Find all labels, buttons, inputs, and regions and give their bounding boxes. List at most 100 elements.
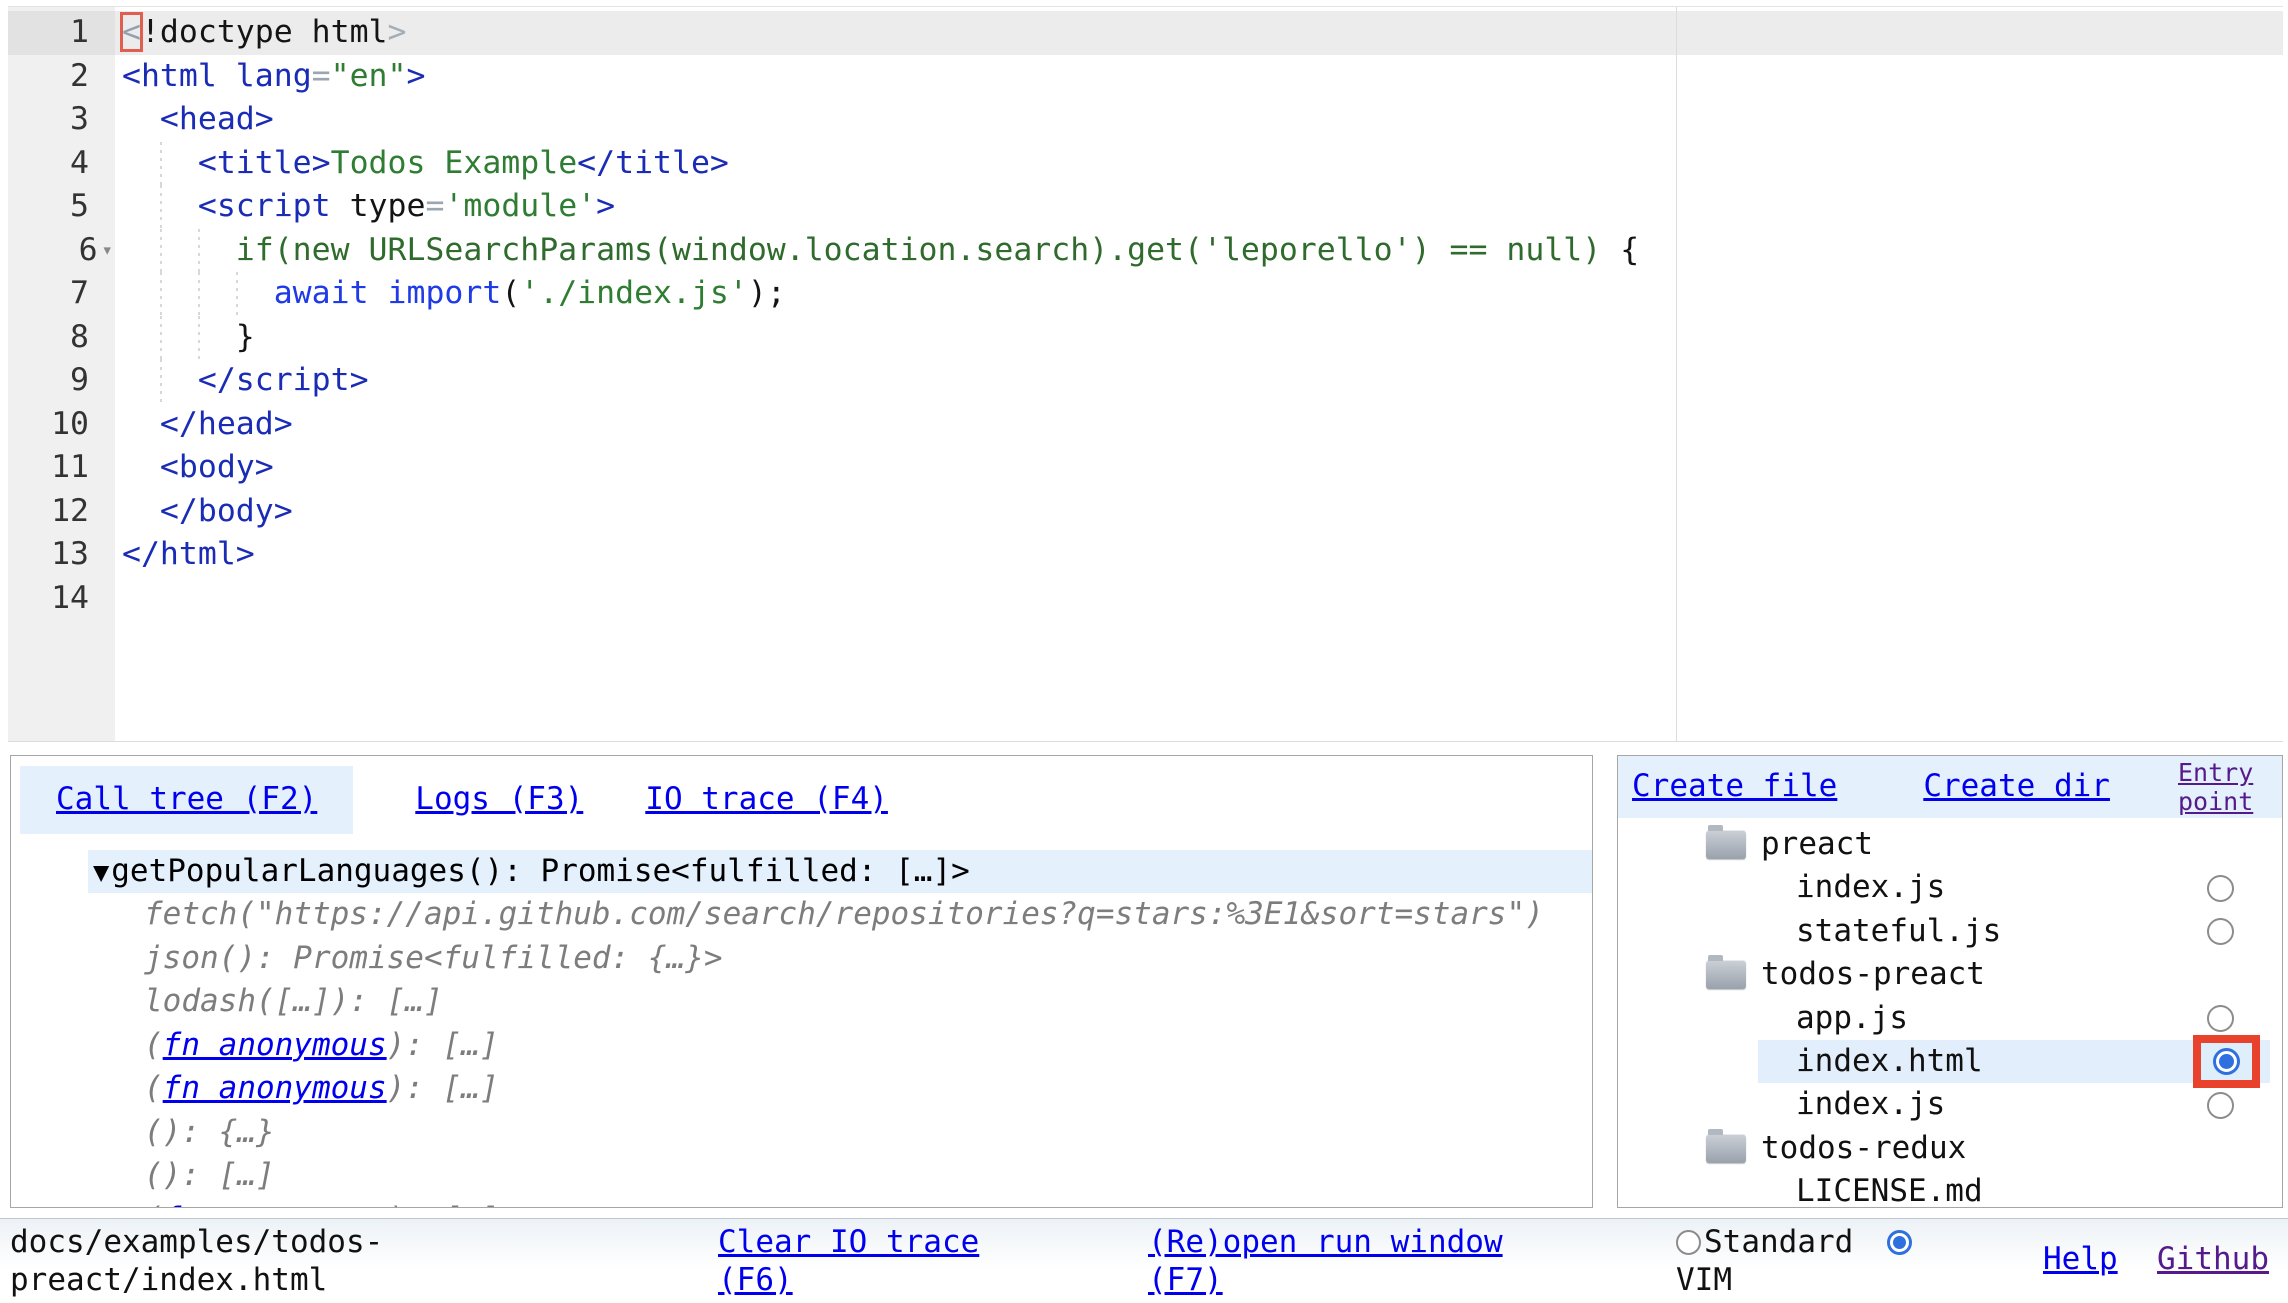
clear-io-trace-link[interactable]: Clear IO trace (F6) <box>718 1224 986 1299</box>
file-name[interactable]: index.js <box>1796 866 1945 910</box>
code-text[interactable]: </html> <box>115 533 2283 577</box>
code-token: > <box>388 14 407 50</box>
file-name[interactable]: index.html <box>1796 1040 1983 1084</box>
code-line-5[interactable]: 5<script type='module'> <box>8 185 2283 229</box>
mode-label-standard[interactable]: Standard <box>1704 1224 1853 1260</box>
file-row-index-js[interactable]: index.js <box>1758 866 2270 909</box>
code-line-6[interactable]: 6▾if(new URLSearchParams(window.location… <box>8 229 2283 273</box>
entry-point-link[interactable]: Entry point <box>2178 758 2266 816</box>
file-row-index-js[interactable]: index.js <box>1758 1083 2270 1126</box>
editor-lines[interactable]: 1<!doctype html>2<html lang="en">3<head>… <box>8 7 2283 620</box>
help-link[interactable]: Help <box>2043 1241 2118 1279</box>
entry-point-radio[interactable] <box>2207 1005 2234 1032</box>
call-tree-row[interactable]: json(): Promise<fulfilled: {…}> <box>88 937 1592 981</box>
fold-arrow-icon[interactable]: ▾ <box>102 239 113 261</box>
folder-icon <box>1706 830 1746 859</box>
file-name[interactable]: app.js <box>1796 997 1908 1041</box>
reopen-run-window-link[interactable]: (Re)open run window (F7) <box>1148 1224 1510 1299</box>
code-text[interactable]: </head> <box>115 403 2283 447</box>
code-text[interactable]: await import('./index.js'); <box>115 272 2283 316</box>
call-signature: ( <box>144 1070 163 1106</box>
file-name[interactable]: todos-preact <box>1761 953 1985 997</box>
call-tree-row-selected[interactable]: ▼getPopularLanguages(): Promise<fulfille… <box>88 850 1592 894</box>
github-link[interactable]: Github <box>2157 1241 2269 1279</box>
entry-point-radio[interactable] <box>2207 875 2234 902</box>
file-name[interactable]: preact <box>1761 823 1873 867</box>
code-token: = <box>312 58 331 94</box>
call-tree-row[interactable]: (fn anonymous): […] <box>88 1024 1592 1068</box>
create-dir-link[interactable]: Create dir <box>1923 765 2110 809</box>
code-text[interactable]: </body> <box>115 490 2283 534</box>
code-text[interactable]: <body> <box>115 446 2283 490</box>
mode-radio-vim[interactable] <box>1887 1230 1912 1255</box>
file-row-index-html[interactable]: index.html <box>1758 1040 2270 1083</box>
indent-guides <box>122 446 160 490</box>
code-line-7[interactable]: 7await import('./index.js'); <box>8 272 2283 316</box>
anonymous-fn-link[interactable]: fn anonymous <box>163 1201 387 1209</box>
tab-link[interactable]: Logs (F3) <box>415 781 583 817</box>
indent-guides <box>122 98 160 142</box>
code-line-3[interactable]: 3<head> <box>8 98 2283 142</box>
code-token: Todos Example <box>331 145 578 181</box>
call-tree-row[interactable]: (fn anonymous): […] <box>88 1067 1592 1111</box>
code-text[interactable]: if(new URLSearchParams(window.location.s… <box>115 229 2283 273</box>
file-row-license-md[interactable]: LICENSE.md <box>1758 1170 2270 1208</box>
code-token: </title> <box>577 145 729 181</box>
code-line-1[interactable]: 1<!doctype html> <box>8 11 2283 55</box>
code-token: if(new URLSearchParams(window.location.s… <box>236 232 1620 268</box>
call-tree-row[interactable]: (): {…} <box>88 1111 1592 1155</box>
file-row-stateful-js[interactable]: stateful.js <box>1758 910 2270 953</box>
code-text[interactable]: <!doctype html> <box>115 11 2283 55</box>
dir-row-preact[interactable]: preact <box>1706 823 2270 866</box>
call-tree-row[interactable]: fetch("https://api.github.com/search/rep… <box>88 893 1592 937</box>
code-token <box>369 275 388 311</box>
call-tree-row[interactable]: lodash([…]): […] <box>88 980 1592 1024</box>
file-row-app-js[interactable]: app.js <box>1758 997 2270 1040</box>
tab-link[interactable]: Call tree (F2) <box>56 781 317 817</box>
code-line-2[interactable]: 2<html lang="en"> <box>8 55 2283 99</box>
call-tree-row[interactable]: (): […] <box>88 1154 1592 1198</box>
tab-io-trace-f4[interactable]: IO trace (F4) <box>645 766 888 834</box>
code-line-14[interactable]: 14 <box>8 577 2283 621</box>
tab-call-tree-f2[interactable]: Call tree (F2) <box>20 766 353 834</box>
tab-link[interactable]: IO trace (F4) <box>645 781 888 817</box>
code-text[interactable]: <script type='module'> <box>115 185 2283 229</box>
indent-guides <box>122 490 160 534</box>
code-text[interactable]: </script> <box>115 359 2283 403</box>
code-line-4[interactable]: 4<title>Todos Example</title> <box>8 142 2283 186</box>
code-editor[interactable]: 1<!doctype html>2<html lang="en">3<head>… <box>8 6 2283 742</box>
call-signature: ): […] <box>387 1070 499 1106</box>
code-text[interactable]: <head> <box>115 98 2283 142</box>
code-text[interactable] <box>115 577 2283 621</box>
code-line-9[interactable]: 9</script> <box>8 359 2283 403</box>
file-name[interactable]: index.js <box>1796 1083 1945 1127</box>
expander-triangle-icon[interactable]: ▼ <box>93 857 109 888</box>
code-text[interactable]: <title>Todos Example</title> <box>115 142 2283 186</box>
file-name[interactable]: LICENSE.md <box>1796 1170 1983 1208</box>
tab-logs-f3[interactable]: Logs (F3) <box>415 766 583 834</box>
create-file-link[interactable]: Create file <box>1632 765 1837 809</box>
code-line-12[interactable]: 12</body> <box>8 490 2283 534</box>
mode-label-vim[interactable]: VIM <box>1676 1262 1732 1298</box>
entry-point-radio[interactable] <box>2213 1048 2240 1075</box>
file-name[interactable]: stateful.js <box>1796 910 2001 954</box>
anonymous-fn-link[interactable]: fn anonymous <box>163 1070 387 1106</box>
anonymous-fn-link[interactable]: fn anonymous <box>163 1027 387 1063</box>
entry-point-radio[interactable] <box>2207 1092 2234 1119</box>
entry-point-radio[interactable] <box>2207 918 2234 945</box>
code-line-10[interactable]: 10</head> <box>8 403 2283 447</box>
code-text[interactable]: <html lang="en"> <box>115 55 2283 99</box>
dir-row-todos-preact[interactable]: todos-preact <box>1706 953 2270 996</box>
code-text[interactable]: } <box>115 316 2283 360</box>
code-line-8[interactable]: 8} <box>8 316 2283 360</box>
file-name[interactable]: todos-redux <box>1761 1127 1966 1171</box>
code-line-13[interactable]: 13</html> <box>8 533 2283 577</box>
code-token: } <box>236 319 255 355</box>
indent-guides <box>122 359 198 403</box>
code-line-11[interactable]: 11<body> <box>8 446 2283 490</box>
folder-icon <box>1706 1134 1746 1163</box>
line-number: 2 <box>8 55 115 99</box>
dir-row-todos-redux[interactable]: todos-redux <box>1706 1127 2270 1170</box>
call-tree-row[interactable]: (fn anonymous): […] <box>88 1198 1592 1209</box>
mode-radio-standard[interactable] <box>1676 1230 1701 1255</box>
